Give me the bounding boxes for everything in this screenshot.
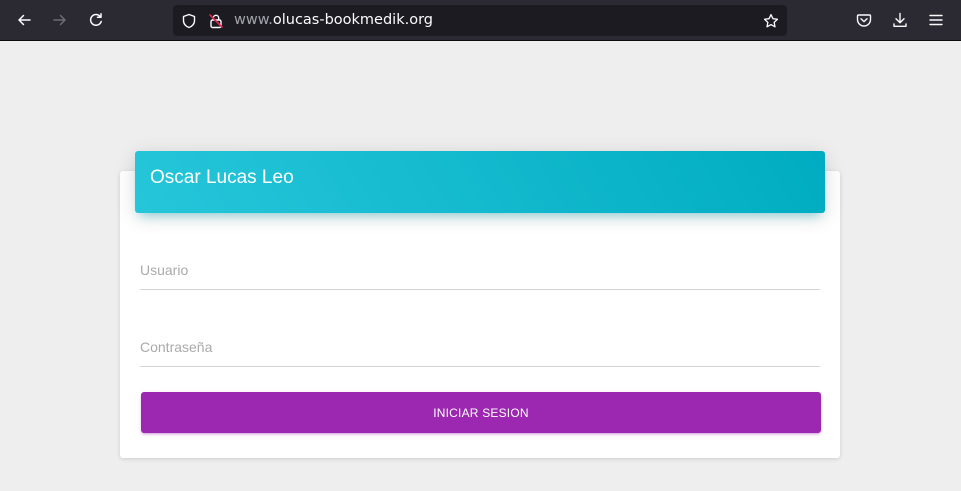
shield-icon[interactable] [180, 12, 197, 29]
arrow-right-icon [53, 14, 66, 26]
hamburger-menu-icon [929, 14, 943, 26]
pocket-icon [856, 14, 872, 27]
reload-icon [89, 13, 102, 26]
card-title: Oscar Lucas Leo [150, 167, 294, 188]
password-input[interactable] [140, 327, 820, 367]
card-header: Oscar Lucas Leo [135, 151, 825, 213]
login-button[interactable]: INICIAR SESION [141, 392, 821, 433]
downloads-button[interactable] [885, 5, 915, 35]
username-field [140, 250, 820, 290]
star-icon[interactable] [762, 12, 779, 29]
pocket-button[interactable] [849, 5, 879, 35]
password-field [140, 327, 820, 367]
url-prefix: www. [234, 12, 273, 28]
menu-button[interactable] [921, 5, 951, 35]
url-text[interactable]: www.olucas-bookmedik.org [234, 11, 433, 30]
url-bar[interactable]: www.olucas-bookmedik.org [173, 5, 787, 36]
back-button[interactable] [9, 5, 39, 35]
download-icon [893, 12, 907, 27]
url-domain: olucas-bookmedik.org [272, 12, 434, 28]
forward-button[interactable] [45, 5, 75, 35]
reload-button[interactable] [81, 5, 111, 35]
username-input[interactable] [140, 250, 820, 290]
insecure-lock-icon[interactable] [207, 12, 224, 29]
arrow-left-icon [18, 14, 31, 26]
browser-toolbar: www.olucas-bookmedik.org [0, 0, 961, 41]
